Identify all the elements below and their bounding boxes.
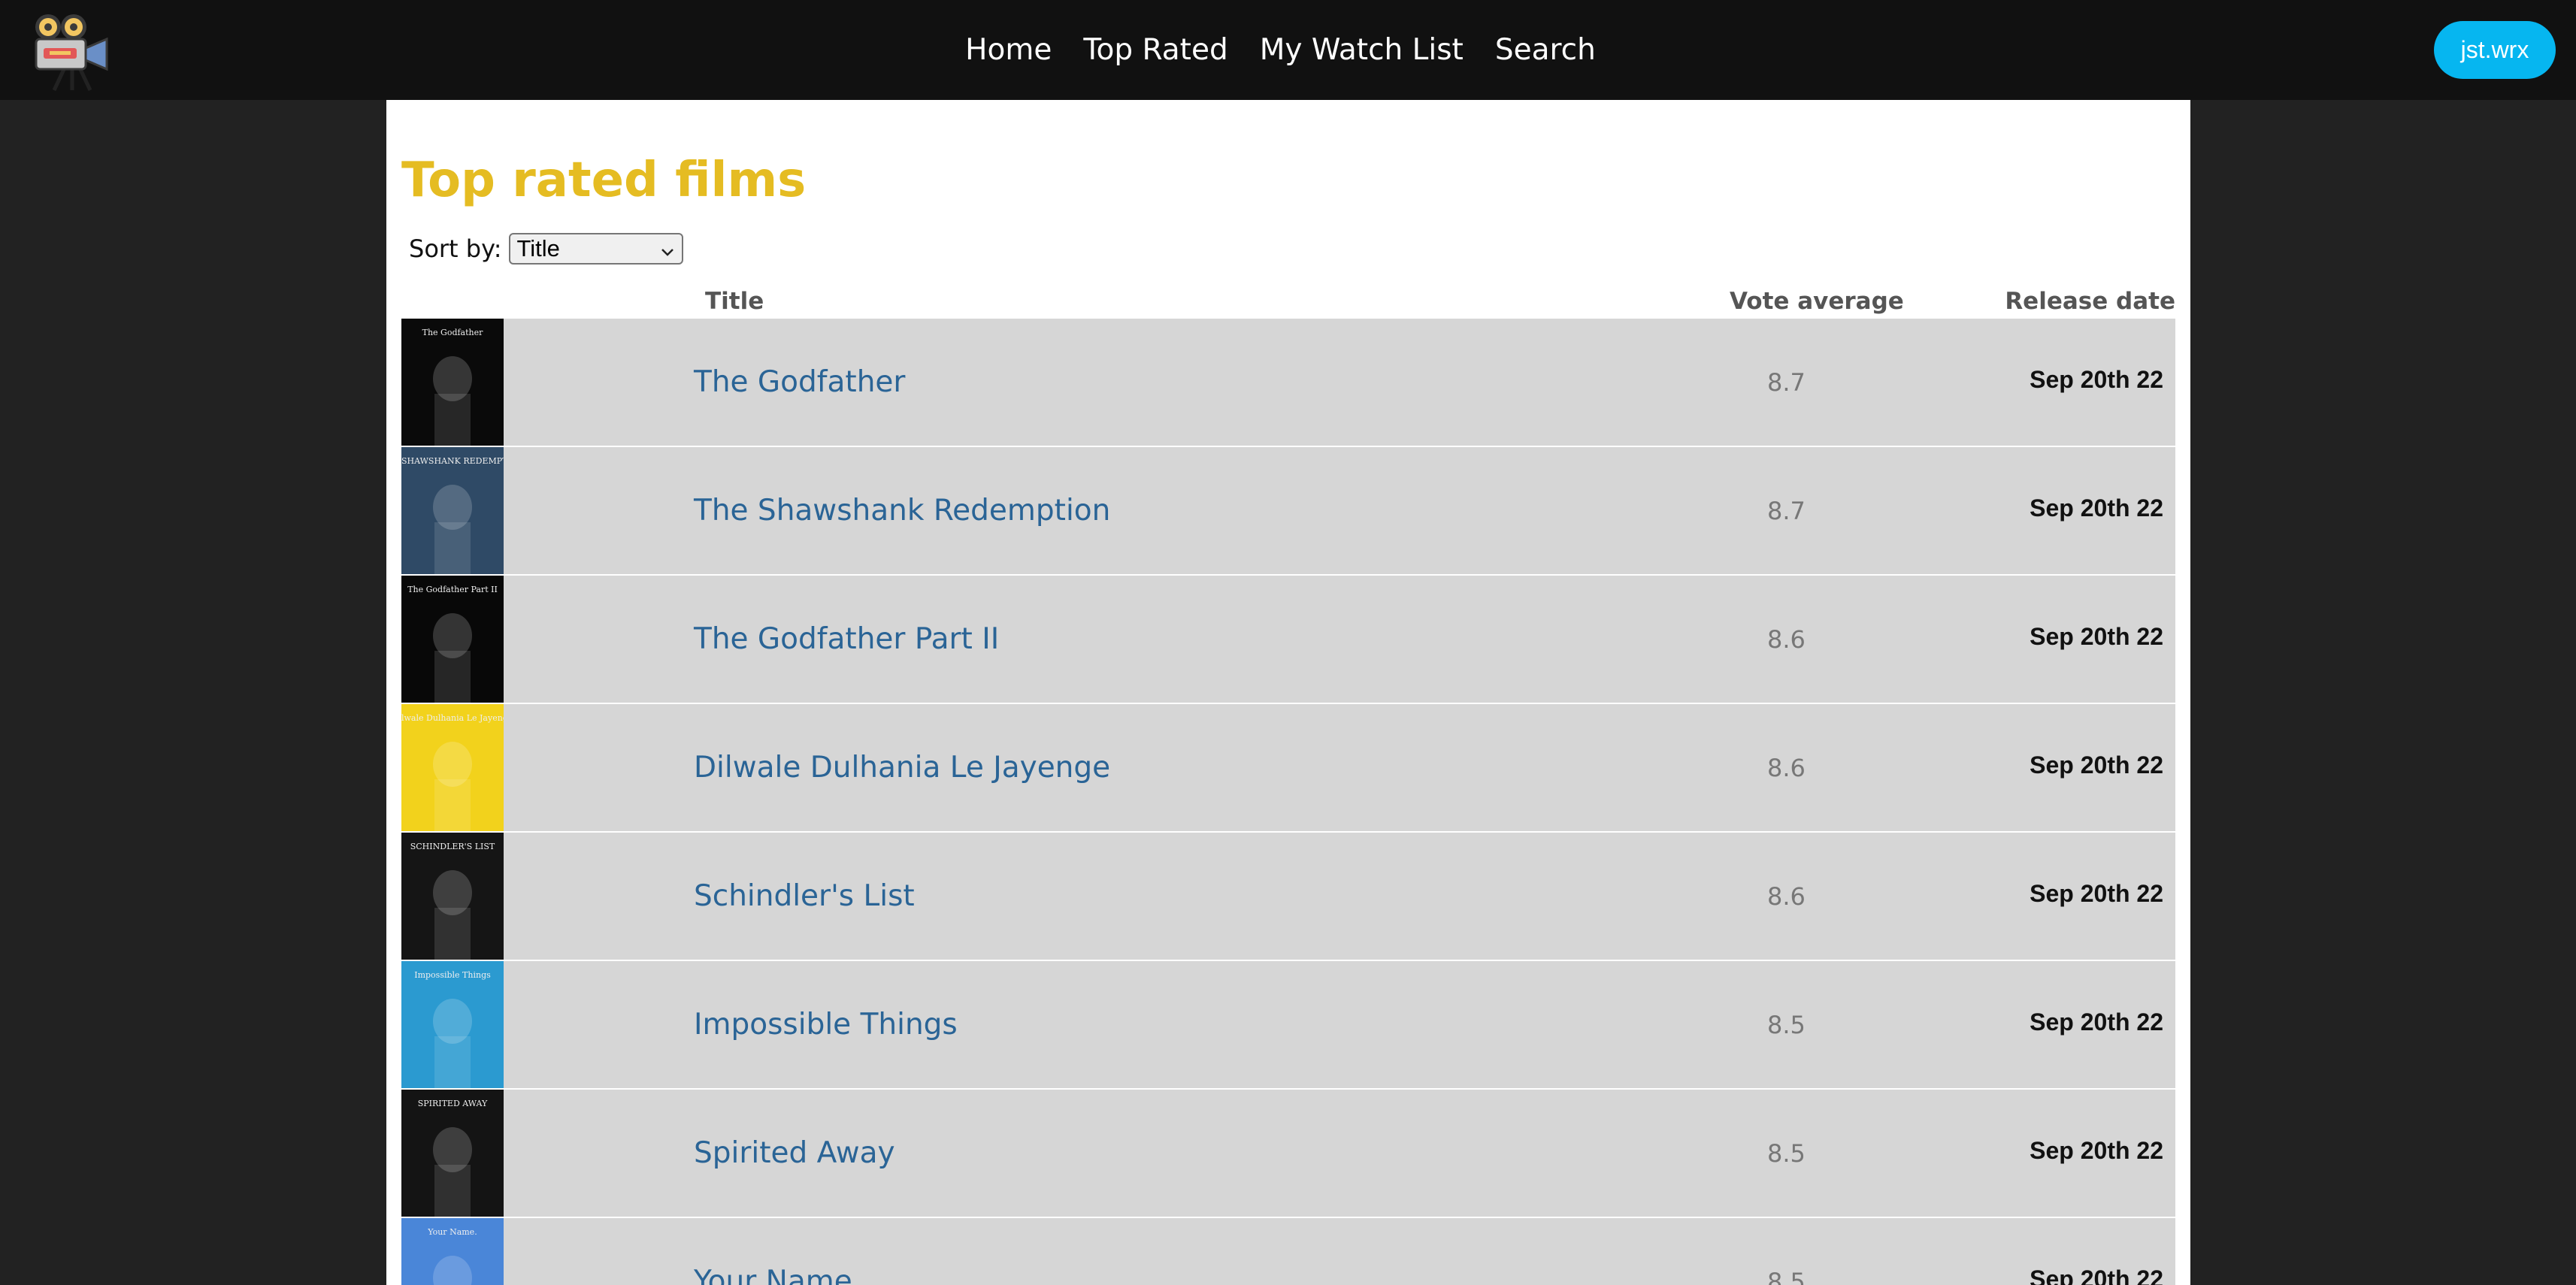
table-row[interactable]: The Godfather The Godfather 8.7 Sep 20th… — [401, 319, 2175, 446]
vote-average: 8.5 — [1767, 1268, 1806, 1285]
nav-watch-list-link[interactable]: My Watch List — [1260, 33, 1464, 67]
release-date: Sep 20th 22 — [2030, 494, 2163, 522]
vote-average: 8.5 — [1767, 1011, 1806, 1039]
table-row[interactable]: THE SHAWSHANK REDEMPTION The Shawshank R… — [401, 447, 2175, 574]
film-title-link[interactable]: Dilwale Dulhania Le Jayenge — [694, 751, 1110, 785]
release-date: Sep 20th 22 — [2030, 751, 2163, 779]
movie-poster-image[interactable]: SPIRITED AWAY — [401, 1090, 504, 1217]
column-header-title[interactable]: Title — [705, 288, 764, 315]
movie-poster-image[interactable]: Dilwale Dulhania Le Jayenge — [401, 704, 504, 831]
sort-label: Sort by: — [409, 234, 502, 263]
film-title-link[interactable]: The Shawshank Redemption — [694, 494, 1110, 528]
vote-average: 8.6 — [1767, 882, 1806, 911]
film-title-link[interactable]: Spirited Away — [694, 1136, 895, 1170]
film-title-link[interactable]: The Godfather Part II — [694, 622, 999, 656]
poster-caption: Your Name. — [427, 1227, 477, 1237]
nav-top-rated-link[interactable]: Top Rated — [1083, 33, 1227, 67]
vote-average: 8.5 — [1767, 1139, 1806, 1168]
table-row[interactable]: SCHINDLER'S LIST Schindler's List 8.6 Se… — [401, 833, 2175, 960]
movie-poster-image[interactable]: THE SHAWSHANK REDEMPTION — [401, 447, 504, 574]
vote-average: 8.6 — [1767, 625, 1806, 654]
poster-caption: SCHINDLER'S LIST — [410, 842, 495, 851]
vote-average: 8.7 — [1767, 368, 1806, 397]
movie-poster-image[interactable]: SCHINDLER'S LIST — [401, 833, 504, 960]
top-navbar: Home Top Rated My Watch List Search jst.… — [0, 0, 2576, 100]
poster-caption: Impossible Things — [414, 970, 491, 980]
page-title: Top rated films — [401, 153, 807, 208]
film-title-link[interactable]: The Godfather — [694, 365, 905, 399]
film-title-link[interactable]: Your Name. — [694, 1265, 861, 1285]
movie-poster-image[interactable]: The Godfather Part II — [401, 576, 504, 703]
sort-select-value: Title — [516, 235, 560, 262]
user-account-button[interactable]: jst.wrx — [2434, 21, 2556, 79]
poster-caption: SPIRITED AWAY — [418, 1099, 488, 1108]
table-row[interactable]: Your Name. Your Name. 8.5 Sep 20th 22 — [401, 1218, 2175, 1285]
vote-average: 8.7 — [1767, 497, 1806, 525]
release-date: Sep 20th 22 — [2030, 623, 2163, 650]
poster-caption: THE SHAWSHANK REDEMPTION — [401, 456, 504, 466]
sort-select[interactable]: Title — [509, 233, 684, 265]
release-date: Sep 20th 22 — [2030, 880, 2163, 907]
poster-caption: Dilwale Dulhania Le Jayenge — [401, 713, 504, 723]
column-header-release-date[interactable]: Release date — [2005, 288, 2175, 315]
column-header-vote-average[interactable]: Vote average — [1730, 288, 1904, 315]
release-date: Sep 20th 22 — [2030, 366, 2163, 393]
main-nav: Home Top Rated My Watch List Search — [0, 0, 2576, 100]
table-header: Title Vote average Release date — [401, 288, 2175, 319]
movie-poster-image[interactable]: The Godfather — [401, 319, 504, 446]
release-date: Sep 20th 22 — [2030, 1137, 2163, 1164]
movie-poster-image[interactable]: Your Name. — [401, 1218, 504, 1285]
vote-average: 8.6 — [1767, 754, 1806, 782]
table-row[interactable]: SPIRITED AWAY Spirited Away 8.5 Sep 20th… — [401, 1090, 2175, 1217]
film-title-link[interactable]: Schindler's List — [694, 879, 915, 913]
film-title-link[interactable]: Impossible Things — [694, 1008, 958, 1042]
content-panel: Top rated films Sort by: Title Title Vot… — [386, 100, 2190, 1285]
sort-control: Sort by: Title — [409, 232, 684, 265]
nav-search-link[interactable]: Search — [1495, 33, 1596, 67]
release-date: Sep 20th 22 — [2030, 1008, 2163, 1036]
release-date: Sep 20th 22 — [2030, 1265, 2163, 1285]
table-row[interactable]: The Godfather Part II The Godfather Part… — [401, 576, 2175, 703]
nav-home-link[interactable]: Home — [965, 33, 1052, 67]
table-row[interactable]: Dilwale Dulhania Le Jayenge Dilwale Dulh… — [401, 704, 2175, 831]
poster-caption: The Godfather — [422, 328, 484, 337]
films-table-body: The Godfather The Godfather 8.7 Sep 20th… — [401, 319, 2175, 1285]
table-row[interactable]: Impossible Things Impossible Things 8.5 … — [401, 961, 2175, 1088]
movie-poster-image[interactable]: Impossible Things — [401, 961, 504, 1088]
poster-caption: The Godfather Part II — [407, 585, 498, 594]
chevron-down-icon — [659, 239, 676, 256]
